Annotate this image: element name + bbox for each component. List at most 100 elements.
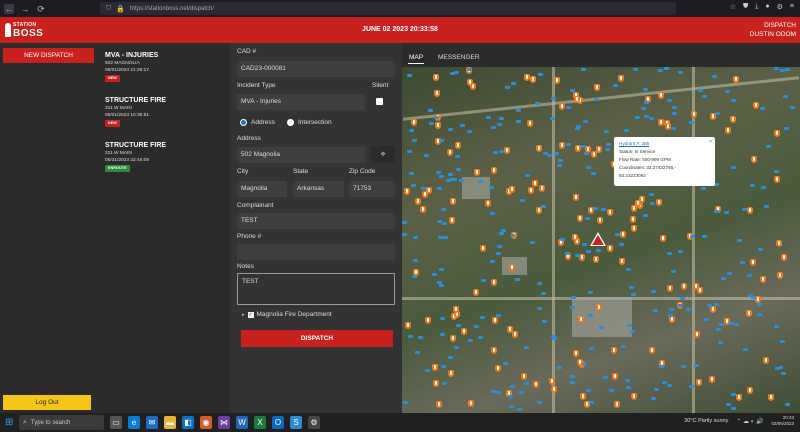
address-field[interactable]: 502 Magnolia (237, 147, 365, 163)
hydrant-marker-icon[interactable] (730, 116, 736, 123)
hydrant-marker-icon[interactable] (528, 187, 534, 194)
silent-checkbox[interactable] (376, 98, 383, 105)
hydrant-marker-icon[interactable] (447, 149, 453, 156)
menu-icon[interactable]: ≡ (790, 3, 794, 11)
skype-icon[interactable]: S (290, 416, 302, 429)
hydrant-marker-icon[interactable] (747, 207, 753, 214)
hydrant-marker-icon[interactable] (751, 156, 757, 163)
hydrant-marker-icon[interactable] (631, 225, 637, 232)
incident-item[interactable]: STRUCTURE FIRE 311 W MAIN 06/01/2023 10:… (105, 96, 225, 127)
hydrant-marker-icon[interactable] (551, 386, 557, 393)
weather-widget[interactable]: 30°C Partly sunny (684, 418, 728, 424)
hydrant-marker-icon[interactable] (660, 235, 666, 242)
hydrant-marker-icon[interactable] (572, 234, 578, 241)
hydrant-marker-icon[interactable] (693, 283, 699, 290)
hydrant-link[interactable]: Hydrant #: 285 (619, 140, 710, 148)
hydrant-marker-icon[interactable] (763, 357, 769, 364)
hydrant-marker-icon[interactable] (597, 217, 603, 224)
hydrant-marker-icon[interactable] (512, 331, 518, 338)
account-icon[interactable]: ● (765, 3, 769, 11)
hydrant-marker-icon[interactable] (781, 254, 787, 261)
hydrant-marker-icon[interactable] (450, 335, 456, 342)
hydrant-marker-icon[interactable] (415, 198, 421, 205)
hydrant-marker-icon[interactable] (453, 306, 459, 313)
hydrant-marker-icon[interactable] (619, 258, 625, 265)
hydrant-marker-icon[interactable] (507, 326, 513, 333)
hydrant-marker-icon[interactable] (753, 102, 759, 109)
hydrant-marker-icon[interactable] (681, 283, 687, 290)
hydrant-marker-icon[interactable] (733, 76, 739, 83)
edge-icon[interactable]: e (128, 416, 140, 429)
hydrant-marker-icon[interactable] (492, 317, 498, 324)
hydrant-marker-icon[interactable] (656, 199, 662, 206)
hydrant-marker-icon[interactable] (614, 401, 620, 408)
hydrant-marker-icon[interactable] (433, 74, 439, 81)
tab-messenger[interactable]: MESSENGER (438, 54, 480, 61)
hydrant-marker-icon[interactable] (504, 147, 510, 154)
hydrant-marker-icon[interactable] (694, 331, 700, 338)
hydrant-marker-icon[interactable] (630, 216, 636, 223)
hydrant-marker-icon[interactable] (631, 393, 637, 400)
state-select[interactable]: Arkansas (293, 181, 344, 197)
tab-map[interactable]: MAP (409, 54, 423, 61)
hydrant-marker-icon[interactable] (667, 285, 673, 292)
hydrant-marker-icon[interactable] (777, 272, 783, 279)
hydrant-marker-icon[interactable] (527, 120, 533, 127)
hydrant-marker-icon[interactable] (573, 350, 579, 357)
hydrant-marker-icon[interactable] (420, 206, 426, 213)
hydrant-marker-icon[interactable] (596, 304, 602, 311)
hydrant-marker-icon[interactable] (425, 317, 431, 324)
back-arrow-icon[interactable]: ← (4, 3, 14, 14)
hydrant-marker-icon[interactable] (747, 387, 753, 394)
address-bar[interactable]: ⛉ 🔒 https://stationboss.net/dispatch/ (100, 2, 676, 15)
expand-caret-icon[interactable]: ▸ (242, 312, 245, 318)
taskbar-search[interactable]: ⌕ Type to search (19, 415, 104, 430)
excel-icon[interactable]: X (254, 416, 266, 429)
hydrant-marker-icon[interactable] (532, 180, 538, 187)
hydrant-marker-icon[interactable] (433, 380, 439, 387)
firefox-icon[interactable]: ◉ (200, 416, 212, 429)
incident-type-select[interactable]: MVA - Injuries (237, 94, 365, 110)
reload-icon[interactable]: ⟳ (36, 4, 46, 14)
hydrant-marker-icon[interactable] (774, 176, 780, 183)
hydrant-marker-icon[interactable] (639, 196, 645, 203)
hydrant-marker-icon[interactable] (422, 191, 428, 198)
hydrant-marker-icon[interactable] (455, 142, 461, 149)
incident-item[interactable]: MVA - INJURIES 502 MAGNOLIA 06/01/2023 2… (105, 51, 225, 82)
hydrant-marker-icon[interactable] (411, 119, 417, 126)
hydrant-marker-icon[interactable] (533, 381, 539, 388)
hydrant-marker-icon[interactable] (434, 90, 440, 97)
hydrant-marker-icon[interactable] (554, 77, 560, 84)
hydrant-marker-icon[interactable] (618, 75, 624, 82)
hydrant-marker-icon[interactable] (573, 194, 579, 201)
hydrant-marker-icon[interactable] (577, 215, 583, 222)
download-icon[interactable]: ⤓ (755, 3, 758, 11)
notes-textarea[interactable]: TEST (237, 273, 395, 305)
hydrant-marker-icon[interactable] (491, 279, 497, 286)
department-row[interactable]: ▸ ✓ Magnolia Fire Department (242, 311, 332, 318)
hydrant-marker-icon[interactable] (709, 376, 715, 383)
hydrant-marker-icon[interactable] (448, 370, 454, 377)
hydrant-marker-icon[interactable] (509, 264, 515, 271)
hydrant-marker-icon[interactable] (559, 103, 565, 110)
hydrant-marker-icon[interactable] (436, 401, 442, 408)
hydrant-marker-icon[interactable] (530, 76, 536, 83)
hydrant-marker-icon[interactable] (435, 122, 441, 129)
address-radio[interactable] (240, 119, 247, 126)
hydrant-marker-icon[interactable] (549, 378, 555, 385)
hydrant-marker-icon[interactable] (611, 347, 617, 354)
hydrant-marker-icon[interactable] (593, 256, 599, 263)
task-view-icon[interactable]: ▭ (110, 416, 122, 429)
store-icon[interactable]: ◧ (182, 416, 194, 429)
hydrant-marker-icon[interactable] (473, 289, 479, 296)
hydrant-marker-icon[interactable] (485, 200, 491, 207)
hydrant-marker-icon[interactable] (432, 364, 438, 371)
pocket-icon[interactable]: ⛊ (743, 3, 748, 11)
hydrant-marker-icon[interactable] (491, 347, 497, 354)
zip-field[interactable]: 71753 (349, 181, 395, 197)
vs-icon[interactable]: ⋈ (218, 416, 230, 429)
hydrant-marker-icon[interactable] (591, 151, 597, 158)
windows-start-icon[interactable]: ⊞ (5, 418, 14, 428)
hydrant-marker-icon[interactable] (539, 185, 545, 192)
hydrant-marker-icon[interactable] (491, 167, 497, 174)
